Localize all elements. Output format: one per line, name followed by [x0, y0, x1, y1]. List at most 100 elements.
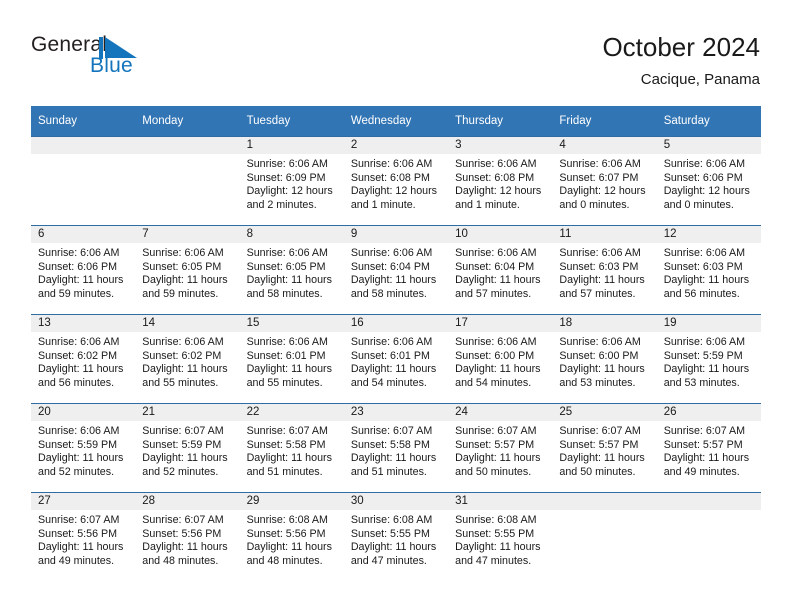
- day-cell[interactable]: 2 Sunrise: 6:06 AM Sunset: 6:08 PM Dayli…: [343, 136, 449, 226]
- sunset-text: Sunset: 6:03 PM: [663, 260, 743, 273]
- day-cell[interactable]: 27 Sunrise: 6:07 AM Sunset: 5:56 PM Dayl…: [31, 492, 136, 581]
- sunset-text: Sunset: 5:56 PM: [38, 527, 118, 540]
- day-cell[interactable]: 20 Sunrise: 6:06 AM Sunset: 5:59 PM Dayl…: [31, 403, 136, 493]
- daylight-text-line2: and 56 minutes.: [38, 376, 115, 389]
- sunrise-text: Sunrise: 6:06 AM: [246, 336, 328, 348]
- daylight-text-line2: and 0 minutes.: [663, 198, 734, 211]
- sunrise-text: Sunrise: 6:06 AM: [559, 336, 641, 348]
- page-title: October 2024: [602, 32, 760, 62]
- sunset-text: Sunset: 6:00 PM: [559, 349, 639, 362]
- sunrise-text: Sunrise: 6:06 AM: [455, 336, 537, 348]
- day-detail: Sunrise: 6:06 AM Sunset: 6:07 PM Dayligh…: [552, 154, 656, 212]
- day-detail: [552, 510, 656, 514]
- day-number: 10: [448, 226, 553, 243]
- sunrise-text: Sunrise: 6:06 AM: [350, 158, 433, 170]
- day-number: 17: [448, 315, 553, 332]
- day-cell[interactable]: 16 Sunrise: 6:06 AM Sunset: 6:01 PM Dayl…: [343, 314, 449, 404]
- daylight-text-line1: Daylight: 12 hours: [663, 185, 750, 198]
- day-cell[interactable]: 15 Sunrise: 6:06 AM Sunset: 6:01 PM Dayl…: [239, 314, 344, 404]
- day-number: 14: [135, 315, 240, 332]
- day-cell[interactable]: 22 Sunrise: 6:07 AM Sunset: 5:58 PM Dayl…: [239, 403, 344, 493]
- day-cell[interactable]: 25 Sunrise: 6:07 AM Sunset: 5:57 PM Dayl…: [552, 403, 657, 493]
- sunset-text: Sunset: 6:00 PM: [455, 349, 535, 362]
- sunrise-text: Sunrise: 6:07 AM: [142, 425, 224, 437]
- daylight-text-line2: and 49 minutes.: [38, 554, 115, 567]
- sunset-text: Sunset: 5:59 PM: [38, 438, 118, 451]
- day-cell[interactable]: 12 Sunrise: 6:06 AM Sunset: 6:03 PM Dayl…: [656, 225, 761, 315]
- daylight-text-line1: Daylight: 11 hours: [246, 452, 332, 465]
- day-cell[interactable]: 4 Sunrise: 6:06 AM Sunset: 6:07 PM Dayli…: [552, 136, 657, 226]
- day-number: 2: [343, 137, 449, 154]
- day-cell[interactable]: 8 Sunrise: 6:06 AM Sunset: 6:05 PM Dayli…: [239, 225, 344, 315]
- day-cell[interactable]: 28 Sunrise: 6:07 AM Sunset: 5:56 PM Dayl…: [135, 492, 240, 581]
- sunset-text: Sunset: 6:05 PM: [246, 260, 326, 273]
- daylight-text-line2: and 54 minutes.: [350, 376, 427, 389]
- day-cell[interactable]: 1 Sunrise: 6:06 AM Sunset: 6:09 PM Dayli…: [239, 136, 344, 226]
- day-cell[interactable]: [552, 492, 657, 581]
- daylight-text-line1: Daylight: 11 hours: [38, 452, 124, 465]
- daylight-text-line1: Daylight: 11 hours: [142, 541, 228, 554]
- sunrise-text: Sunrise: 6:07 AM: [246, 425, 328, 437]
- day-detail: Sunrise: 6:07 AM Sunset: 5:58 PM Dayligh…: [240, 421, 344, 479]
- sunrise-text: Sunrise: 6:06 AM: [455, 247, 537, 259]
- sunset-text: Sunset: 6:04 PM: [455, 260, 535, 273]
- sunset-text: Sunset: 6:01 PM: [246, 349, 326, 362]
- sunrise-text: Sunrise: 6:06 AM: [142, 247, 224, 259]
- day-cell[interactable]: 21 Sunrise: 6:07 AM Sunset: 5:59 PM Dayl…: [135, 403, 240, 493]
- day-cell[interactable]: 29 Sunrise: 6:08 AM Sunset: 5:56 PM Dayl…: [239, 492, 344, 581]
- day-number: 16: [343, 315, 449, 332]
- sunset-text: Sunset: 5:55 PM: [455, 527, 535, 540]
- day-detail: Sunrise: 6:06 AM Sunset: 6:01 PM Dayligh…: [240, 332, 344, 390]
- day-number: 7: [135, 226, 240, 243]
- day-cell[interactable]: 17 Sunrise: 6:06 AM Sunset: 6:00 PM Dayl…: [448, 314, 553, 404]
- day-detail: [135, 154, 239, 158]
- day-detail: Sunrise: 6:06 AM Sunset: 6:04 PM Dayligh…: [344, 243, 448, 301]
- day-number: 3: [448, 137, 553, 154]
- daylight-text-line1: Daylight: 11 hours: [38, 541, 124, 554]
- day-cell[interactable]: 26 Sunrise: 6:07 AM Sunset: 5:57 PM Dayl…: [656, 403, 761, 493]
- day-cell[interactable]: [656, 492, 761, 581]
- day-cell[interactable]: 24 Sunrise: 6:07 AM Sunset: 5:57 PM Dayl…: [448, 403, 553, 493]
- day-cell[interactable]: 23 Sunrise: 6:07 AM Sunset: 5:58 PM Dayl…: [343, 403, 449, 493]
- day-cell[interactable]: 5 Sunrise: 6:06 AM Sunset: 6:06 PM Dayli…: [656, 136, 761, 226]
- day-number: 13: [31, 315, 136, 332]
- day-number: 8: [239, 226, 344, 243]
- day-cell[interactable]: 18 Sunrise: 6:06 AM Sunset: 6:00 PM Dayl…: [552, 314, 657, 404]
- weekday-header-monday: Monday: [135, 106, 240, 137]
- day-number: 4: [552, 137, 657, 154]
- day-cell[interactable]: 6 Sunrise: 6:06 AM Sunset: 6:06 PM Dayli…: [31, 225, 136, 315]
- general-blue-logo[interactable]: General Blue: [31, 33, 211, 85]
- day-detail: Sunrise: 6:06 AM Sunset: 6:03 PM Dayligh…: [657, 243, 761, 301]
- sunrise-text: Sunrise: 6:07 AM: [142, 514, 224, 526]
- day-cell[interactable]: 3 Sunrise: 6:06 AM Sunset: 6:08 PM Dayli…: [448, 136, 553, 226]
- daylight-text-line2: and 51 minutes.: [350, 465, 427, 478]
- day-cell[interactable]: 13 Sunrise: 6:06 AM Sunset: 6:02 PM Dayl…: [31, 314, 136, 404]
- day-cell[interactable]: [135, 136, 240, 226]
- day-cell[interactable]: 19 Sunrise: 6:06 AM Sunset: 5:59 PM Dayl…: [656, 314, 761, 404]
- day-cell[interactable]: 30 Sunrise: 6:08 AM Sunset: 5:55 PM Dayl…: [343, 492, 449, 581]
- day-cell[interactable]: [31, 136, 136, 226]
- daylight-text-line1: Daylight: 11 hours: [246, 274, 332, 287]
- daylight-text-line2: and 49 minutes.: [663, 465, 740, 478]
- sunset-text: Sunset: 6:03 PM: [559, 260, 639, 273]
- daylight-text-line1: Daylight: 11 hours: [559, 363, 645, 376]
- day-number: 29: [239, 493, 344, 510]
- sunrise-sunset-calendar-table: Sunday Monday Tuesday Wednesday Thursday…: [31, 106, 761, 581]
- sunset-text: Sunset: 6:05 PM: [142, 260, 222, 273]
- daylight-text-line1: Daylight: 11 hours: [663, 363, 750, 376]
- day-cell[interactable]: 31 Sunrise: 6:08 AM Sunset: 5:55 PM Dayl…: [448, 492, 553, 581]
- day-cell[interactable]: 7 Sunrise: 6:06 AM Sunset: 6:05 PM Dayli…: [135, 225, 240, 315]
- sunrise-text: Sunrise: 6:06 AM: [38, 247, 120, 259]
- day-cell[interactable]: 10 Sunrise: 6:06 AM Sunset: 6:04 PM Dayl…: [448, 225, 553, 315]
- sunset-text: Sunset: 5:55 PM: [350, 527, 430, 540]
- day-cell[interactable]: 14 Sunrise: 6:06 AM Sunset: 6:02 PM Dayl…: [135, 314, 240, 404]
- calendar-week-row: 1 Sunrise: 6:06 AM Sunset: 6:09 PM Dayli…: [31, 136, 761, 226]
- calendar-week-row: 6 Sunrise: 6:06 AM Sunset: 6:06 PM Dayli…: [31, 225, 761, 315]
- daylight-text-line1: Daylight: 11 hours: [455, 274, 541, 287]
- sunset-text: Sunset: 6:07 PM: [559, 171, 639, 184]
- daylight-text-line2: and 53 minutes.: [663, 376, 740, 389]
- calendar-header-row: Sunday Monday Tuesday Wednesday Thursday…: [31, 106, 761, 137]
- day-cell[interactable]: 11 Sunrise: 6:06 AM Sunset: 6:03 PM Dayl…: [552, 225, 657, 315]
- day-detail: Sunrise: 6:06 AM Sunset: 6:00 PM Dayligh…: [448, 332, 552, 390]
- day-cell[interactable]: 9 Sunrise: 6:06 AM Sunset: 6:04 PM Dayli…: [343, 225, 449, 315]
